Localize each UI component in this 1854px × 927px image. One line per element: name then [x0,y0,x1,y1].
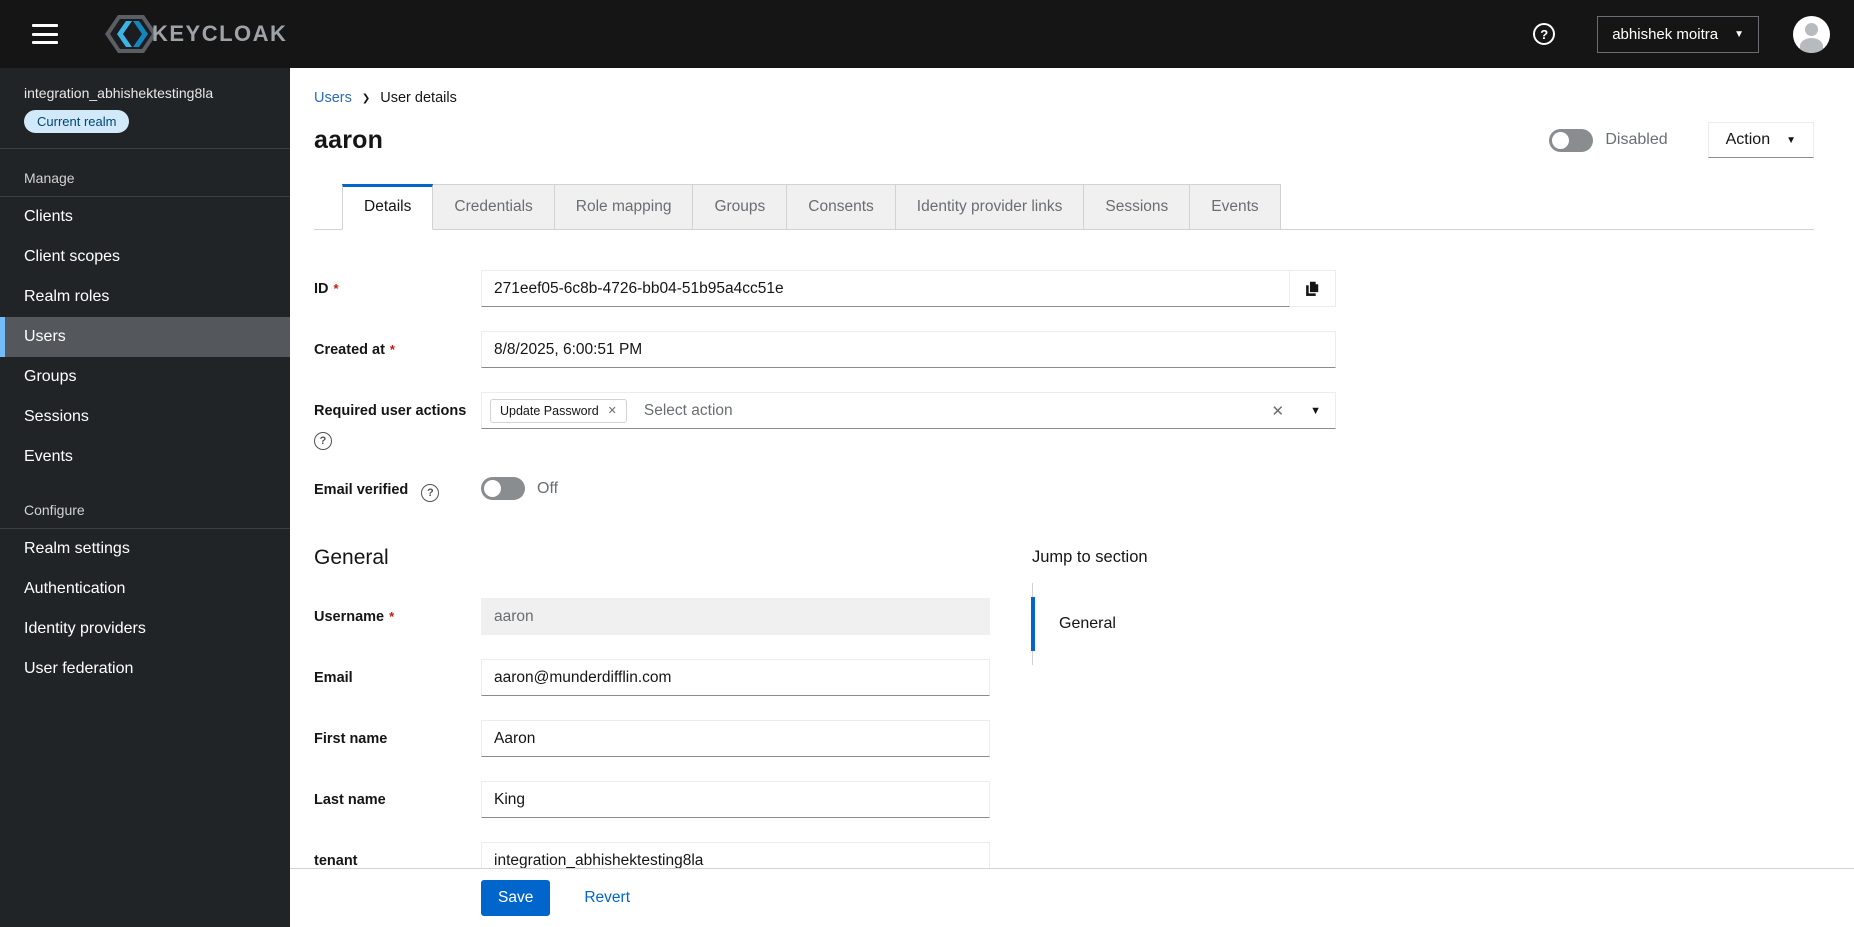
tab-bar: Details Credentials Role mapping Groups Cons… [314,184,1814,230]
tab-details[interactable]: Details [342,184,434,230]
required-actions-label: Required user actions ? [314,392,481,450]
keycloak-logo: KEYCLOAK [102,11,287,57]
masthead: KEYCLOAK ? abhishek moitra ▼ [0,0,1854,68]
first-name-label: First name [314,731,388,748]
help-icon[interactable]: ? [1533,23,1556,45]
sidebar-item-authentication[interactable]: Authentication [0,569,290,609]
sidebar-item-groups[interactable]: Groups [0,357,290,397]
email-verified-field-row: Email verified ? Off [314,474,1814,503]
sidebar-item-events[interactable]: Events [0,437,290,477]
page-header: aaron Disabled Action ▼ [314,122,1814,158]
sidebar-item-identity-providers[interactable]: Identity providers [0,609,290,649]
question-circle-icon[interactable]: ? [421,484,440,503]
user-menu-dropdown[interactable]: abhishek moitra ▼ [1597,15,1759,53]
main-content: Users ❯ User details aaron Disabled Acti… [290,68,1854,927]
breadcrumb-users-link[interactable]: Users [314,90,352,106]
avatar[interactable] [1793,15,1830,53]
tab-role-mapping[interactable]: Role mapping [554,184,694,230]
tab-events[interactable]: Events [1190,184,1281,230]
chevron-right-icon: ❯ [361,92,371,104]
clear-selection-icon[interactable]: ✕ [1272,402,1285,420]
hamburger-menu-icon[interactable] [32,24,58,44]
tab-consents[interactable]: Consents [787,184,896,230]
sidebar-item-clients[interactable]: Clients [0,197,290,237]
form-action-footer: Save Revert [290,868,1854,927]
tab-credentials[interactable]: Credentials [433,184,555,230]
email-label: Email [314,670,353,687]
created-at-label: Created at * [314,342,395,358]
nav-group-configure: Configure Realm settings Authentication Ide… [0,483,290,695]
required-actions-field-row: Required user actions ? Update Password ✕… [314,392,1814,450]
id-input[interactable] [481,270,1290,307]
sidebar-item-realm-roles[interactable]: Realm roles [0,277,290,317]
revert-link[interactable]: Revert [584,889,630,907]
save-button[interactable]: Save [481,880,551,916]
last-name-field-row: Last name [314,781,1032,819]
realm-name: integration_abhishektesting8la [24,85,214,101]
chip-label: Update Password [500,403,599,418]
email-verified-state: Off [537,479,559,497]
sidebar-item-realm-settings[interactable]: Realm settings [0,529,290,569]
username-label: Username * [314,609,395,626]
nav-group-manage: Manage Clients Client scopes Realm roles Use… [0,151,290,483]
created-at-input[interactable] [481,331,1336,368]
required-marker: * [389,342,395,357]
last-name-input[interactable] [481,781,990,819]
email-field-row: Email [314,659,1032,697]
user-menu-label: abhishek moitra [1612,25,1719,43]
brand-text: KEYCLOAK [152,21,288,46]
tab-sessions[interactable]: Sessions [1084,184,1191,230]
username-input [481,598,990,636]
masthead-right: ? abhishek moitra ▼ [1533,15,1830,53]
required-marker: * [389,609,395,625]
breadcrumb-current: User details [380,90,457,106]
realm-selector[interactable]: integration_abhishektesting8la Current r… [0,68,290,149]
id-label: ID * [314,281,339,297]
jump-item-general[interactable]: General [1031,597,1148,652]
chevron-down-icon[interactable]: ▼ [1310,405,1321,417]
tab-groups[interactable]: Groups [693,184,788,230]
sidebar-item-client-scopes[interactable]: Client scopes [0,237,290,277]
copy-icon [1306,280,1320,296]
sidebar: integration_abhishektesting8la Current r… [0,68,290,927]
username-field-row: Username * [314,598,1032,636]
enabled-toggle-label: Disabled [1605,131,1668,148]
email-verified-label: Email verified ? [314,474,481,503]
current-realm-badge: Current realm [24,110,130,133]
created-at-field-row: Created at * [314,331,1814,368]
question-circle-icon[interactable]: ? [314,432,332,450]
action-dropdown-button[interactable]: Action ▼ [1707,122,1814,158]
sidebar-item-user-federation[interactable]: User federation [0,649,290,689]
chevron-down-icon: ▼ [1786,134,1796,146]
email-verified-toggle[interactable] [481,477,525,501]
required-marker: * [333,281,339,296]
nav-group-title: Configure [0,483,290,529]
chip-update-password: Update Password ✕ [490,398,627,423]
sidebar-item-users[interactable]: Users [0,317,290,357]
last-name-label: Last name [314,792,386,809]
page-title: aaron [314,125,384,154]
nav-group-title: Manage [0,151,290,197]
jump-to-section-nav: Jump to section General [1031,546,1148,903]
general-section-heading: General [314,546,389,570]
action-dropdown-label: Action [1725,131,1771,148]
select-placeholder: Select action [643,401,733,419]
breadcrumb: Users ❯ User details [314,90,1814,106]
chevron-down-icon: ▼ [1734,28,1744,40]
sidebar-item-sessions[interactable]: Sessions [0,397,290,437]
copy-button[interactable] [1290,270,1336,307]
sidebar-nav: Manage Clients Client scopes Realm roles Use… [0,151,290,695]
enabled-toggle[interactable] [1549,128,1594,152]
user-details-form: ID* C [314,270,1814,903]
id-field-row: ID * [314,270,1814,307]
jump-to-section-title: Jump to section [1032,548,1148,567]
first-name-field-row: First name [314,720,1032,758]
chip-remove-icon[interactable]: ✕ [608,404,617,417]
first-name-input[interactable] [481,720,990,758]
email-input[interactable] [481,659,990,697]
tab-identity-provider-links[interactable]: Identity provider links [895,184,1085,230]
required-actions-multiselect[interactable]: Update Password ✕ Select action ✕ ▼ [481,392,1336,429]
